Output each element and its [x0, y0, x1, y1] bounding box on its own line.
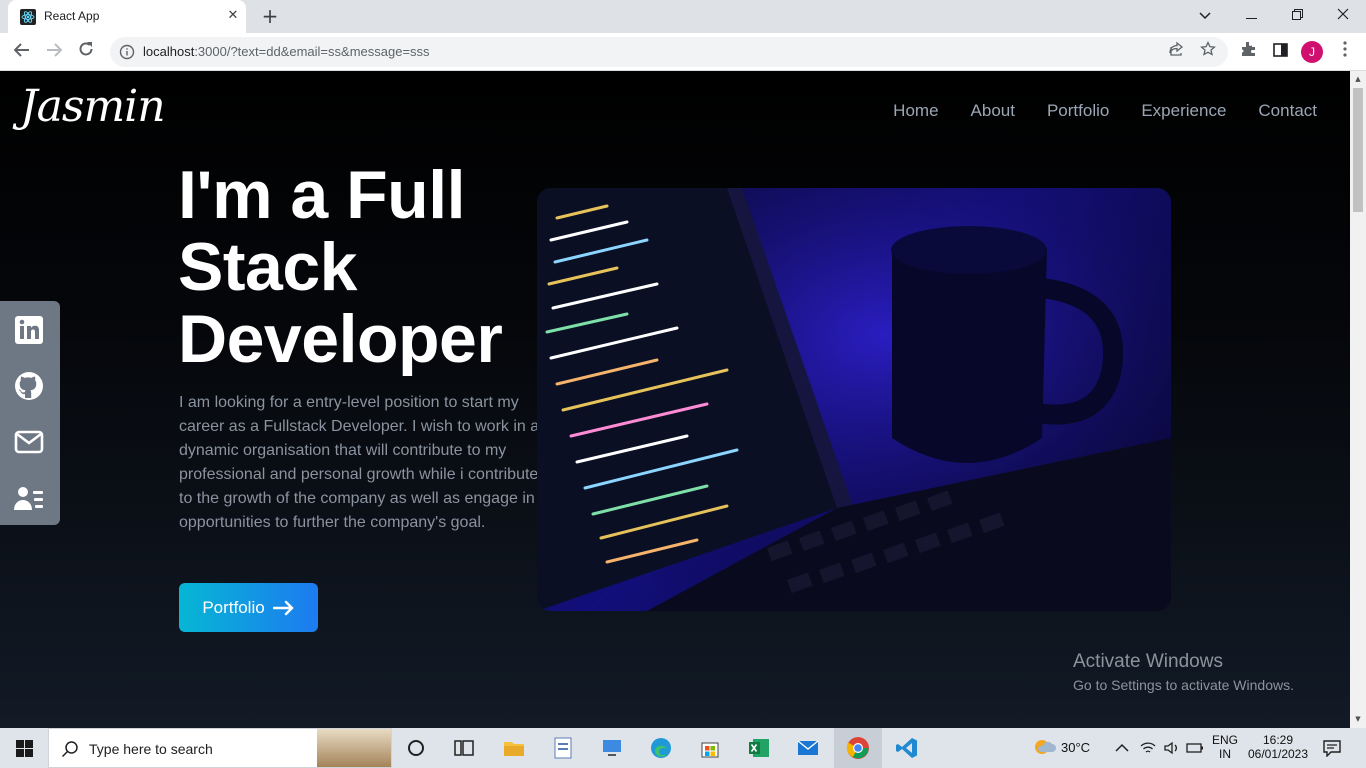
language-indicator[interactable]: ENG IN: [1212, 733, 1238, 761]
nav-contact[interactable]: Contact: [1258, 101, 1317, 121]
hero-title-line: Stack: [178, 229, 357, 305]
tab-search-chevron-icon[interactable]: [1193, 4, 1217, 28]
scroll-down-arrow-icon[interactable]: ▼: [1354, 715, 1362, 723]
windows-start-icon[interactable]: [16, 740, 33, 757]
site-logo[interactable]: Jasmin: [20, 81, 166, 132]
side-panel-icon[interactable]: [1267, 39, 1293, 65]
search-highlight-image: [317, 729, 391, 767]
profile-avatar[interactable]: J: [1301, 41, 1323, 63]
nav-portfolio[interactable]: Portfolio: [1047, 101, 1109, 121]
nav-about[interactable]: About: [971, 101, 1015, 121]
weather-temperature[interactable]: 30°C: [1061, 740, 1090, 755]
restore-icon[interactable]: [1285, 4, 1309, 28]
activate-windows-title: Activate Windows: [1073, 651, 1223, 672]
vscode-icon[interactable]: [895, 736, 919, 760]
network-wifi-icon[interactable]: [1139, 739, 1157, 757]
resume-icon[interactable]: [14, 483, 44, 513]
activate-windows-subtitle: Go to Settings to activate Windows.: [1073, 677, 1294, 693]
share-icon[interactable]: [1163, 39, 1189, 65]
scroll-up-arrow-icon[interactable]: ▲: [1354, 75, 1362, 83]
windows-taskbar: Type here to search 30°C ENG IN 16:29 06…: [0, 728, 1366, 768]
edge-browser-icon[interactable]: [649, 736, 673, 760]
close-window-icon[interactable]: [1331, 4, 1355, 28]
show-hidden-icons-chevron-icon[interactable]: [1113, 739, 1131, 757]
portfolio-button-label: Portfolio: [202, 597, 265, 617]
hero-title-line: Developer: [178, 301, 503, 377]
excel-icon[interactable]: [747, 736, 771, 760]
cortana-icon[interactable]: [404, 736, 428, 760]
scroll-thumb[interactable]: [1353, 88, 1363, 212]
notifications-icon[interactable]: [1322, 739, 1342, 757]
file-explorer-icon[interactable]: [502, 736, 526, 760]
taskbar-search-box[interactable]: Type here to search: [48, 728, 392, 768]
browser-toolbar: localhost:3000/?text=dd&email=ss&message…: [0, 33, 1366, 71]
clock-date: 06/01/2023: [1247, 747, 1309, 761]
back-icon[interactable]: [9, 39, 35, 65]
page-viewport: Jasmin Home About Portfolio Experience C…: [0, 71, 1350, 728]
hero-title: I'm a Full Stack Developer: [178, 159, 558, 375]
social-sidebar: [0, 301, 60, 525]
linkedin-icon[interactable]: [14, 315, 44, 345]
main-nav: Home About Portfolio Experience Contact: [893, 101, 1317, 121]
chrome-menu-icon[interactable]: [1332, 39, 1358, 65]
this-pc-icon[interactable]: [600, 736, 624, 760]
tab-close-icon[interactable]: ✕: [225, 8, 241, 24]
forward-icon[interactable]: [41, 39, 67, 65]
hero-title-line: I'm a Full: [178, 157, 466, 233]
search-placeholder: Type here to search: [89, 741, 213, 757]
site-info-icon[interactable]: [119, 44, 135, 60]
nav-home[interactable]: Home: [893, 101, 938, 121]
battery-icon[interactable]: [1186, 739, 1204, 757]
weather-sun-icon[interactable]: [1030, 736, 1056, 760]
region-code: IN: [1219, 747, 1231, 761]
task-view-icon[interactable]: [452, 736, 476, 760]
mail-app-icon[interactable]: [796, 736, 820, 760]
extensions-icon[interactable]: [1235, 39, 1261, 65]
bookmark-star-icon[interactable]: [1195, 39, 1221, 65]
search-icon: [61, 741, 78, 758]
arrow-right-icon: [272, 600, 294, 615]
address-bar[interactable]: localhost:3000/?text=dd&email=ss&message…: [110, 37, 1228, 67]
mail-icon[interactable]: [14, 427, 44, 457]
language-code: ENG: [1212, 733, 1239, 747]
chrome-app-icon[interactable]: [846, 736, 870, 760]
tab-title: React App: [44, 9, 100, 23]
laptop-code-image: [537, 188, 1171, 611]
portfolio-button[interactable]: Portfolio: [179, 583, 318, 632]
nav-experience[interactable]: Experience: [1141, 101, 1226, 121]
page-scrollbar[interactable]: ▲ ▼: [1350, 71, 1366, 728]
react-favicon-icon: [20, 9, 36, 25]
new-tab-button[interactable]: +: [259, 5, 281, 27]
url-text: localhost:3000/?text=dd&email=ss&message…: [143, 44, 430, 59]
clock[interactable]: 16:29 06/01/2023: [1246, 733, 1310, 761]
hero-description: I am looking for a entry-level position …: [179, 394, 540, 531]
notepad-app-icon[interactable]: [551, 736, 575, 760]
microsoft-store-icon[interactable]: [698, 736, 722, 760]
activate-windows-watermark: Activate Windows Go to Settings to activ…: [1073, 651, 1294, 693]
volume-icon[interactable]: [1163, 739, 1181, 757]
clock-time: 16:29: [1262, 733, 1294, 747]
browser-tab-strip: React App ✕ +: [0, 0, 1366, 33]
hero-image: [537, 188, 1171, 611]
minimize-icon[interactable]: [1239, 4, 1263, 28]
reload-icon[interactable]: [73, 39, 99, 65]
github-icon[interactable]: [14, 371, 44, 401]
browser-tab[interactable]: React App ✕: [8, 0, 246, 33]
